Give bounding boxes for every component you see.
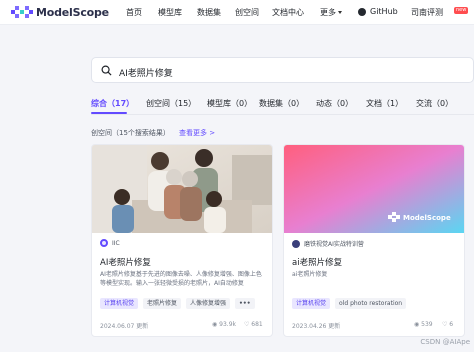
family-photo-image bbox=[92, 145, 272, 233]
nav-studios[interactable]: 创空间 bbox=[235, 7, 259, 18]
search-bar[interactable]: AI老照片修复 bbox=[91, 57, 474, 83]
card-owner[interactable]: IIC bbox=[100, 239, 120, 247]
watermark: CSDN @AIApe bbox=[420, 338, 470, 346]
nav-eval[interactable]: 司南评测 bbox=[411, 7, 443, 18]
user-avatar-icon bbox=[292, 239, 300, 248]
new-badge: new bbox=[454, 7, 469, 14]
tab-datasets[interactable]: 数据集（0） bbox=[259, 98, 304, 109]
nav-datasets[interactable]: 数据集 bbox=[197, 7, 221, 18]
brand-name: ModelScope bbox=[36, 6, 109, 19]
tag-list: 计算机视觉 old photo restoration bbox=[292, 298, 407, 309]
tag[interactable]: 计算机视觉 bbox=[100, 298, 139, 309]
updated-date: 2024.06.07 更新 bbox=[100, 323, 149, 330]
studio-card[interactable]: ModelScope 磨铁视觉AI实战特训营 ai老照片修复 ai老照片修复 计… bbox=[283, 144, 465, 337]
tab-all[interactable]: 综合（17） bbox=[91, 98, 134, 109]
view-count: ◉ 539 bbox=[414, 321, 433, 328]
card-owner[interactable]: 磨铁视觉AI实战特训营 bbox=[292, 239, 364, 248]
tag-list: 计算机视觉 老照片修复 人像修复增强 ••• bbox=[100, 298, 255, 309]
nav-github[interactable]: GitHub bbox=[370, 7, 398, 16]
like-count[interactable]: ♡ 681 bbox=[244, 321, 263, 328]
modelscope-logo-icon bbox=[11, 6, 33, 18]
updated-date: 2023.04.26 更新 bbox=[292, 323, 341, 330]
likes-value: 6 bbox=[449, 321, 454, 328]
gradient-cover-image: ModelScope bbox=[284, 145, 464, 233]
tab-divider bbox=[91, 114, 474, 115]
search-input[interactable]: AI老照片修复 bbox=[119, 66, 173, 79]
modelscope-cover-logo: ModelScope bbox=[403, 214, 451, 222]
view-count: ◉ 93.9k bbox=[212, 321, 236, 328]
nav-docs[interactable]: 文档中心 bbox=[272, 7, 304, 18]
tab-studios[interactable]: 创空间（15） bbox=[146, 98, 196, 109]
card-description: AI老照片修复基于先进的图像去噪、人像修复增强、图像上色等模型实现。输入一张轻微… bbox=[100, 271, 262, 287]
nav-models[interactable]: 模型库 bbox=[158, 7, 182, 18]
nav-more[interactable]: 更多 bbox=[320, 7, 342, 18]
more-tags-icon[interactable]: ••• bbox=[235, 298, 255, 309]
like-count[interactable]: ♡ 6 bbox=[442, 321, 453, 328]
tab-discussion[interactable]: 交流（0） bbox=[416, 98, 453, 109]
nav-home[interactable]: 首页 bbox=[126, 7, 142, 18]
views-value: 93.9k bbox=[219, 321, 236, 328]
chevron-down-icon bbox=[338, 11, 342, 14]
tag[interactable]: 老照片修复 bbox=[143, 298, 182, 309]
tag[interactable]: 计算机视觉 bbox=[292, 298, 331, 309]
views-value: 539 bbox=[421, 321, 433, 328]
tab-models[interactable]: 模型库（0） bbox=[207, 98, 252, 109]
tag[interactable]: 人像修复增强 bbox=[186, 298, 231, 309]
studio-card[interactable]: IIC AI老照片修复 AI老照片修复基于先进的图像去噪、人像修复增强、图像上色… bbox=[91, 144, 273, 337]
owner-name: 磨铁视觉AI实战特训营 bbox=[304, 241, 364, 248]
nav-more-label: 更多 bbox=[320, 8, 336, 17]
owner-name: IIC bbox=[112, 239, 120, 247]
org-avatar-icon bbox=[100, 239, 108, 247]
view-more-link[interactable]: 查看更多 > bbox=[179, 128, 215, 138]
card-title[interactable]: AI老照片修复 bbox=[100, 256, 151, 268]
tag[interactable]: old photo restoration bbox=[335, 298, 407, 309]
github-icon[interactable] bbox=[358, 8, 366, 16]
section-title: 创空间（15个搜索结果） bbox=[91, 129, 170, 137]
tab-docs[interactable]: 文档（1） bbox=[366, 98, 403, 109]
tab-activities[interactable]: 动态（0） bbox=[316, 98, 353, 109]
top-nav: ModelScope 首页 模型库 数据集 创空间 文档中心 更多 GitHub… bbox=[0, 0, 474, 25]
search-icon bbox=[101, 65, 112, 76]
likes-value: 681 bbox=[251, 321, 263, 328]
card-title[interactable]: ai老照片修复 bbox=[292, 256, 342, 268]
modelscope-logo[interactable]: ModelScope bbox=[11, 5, 109, 20]
card-description: ai老照片修复 bbox=[292, 271, 328, 278]
